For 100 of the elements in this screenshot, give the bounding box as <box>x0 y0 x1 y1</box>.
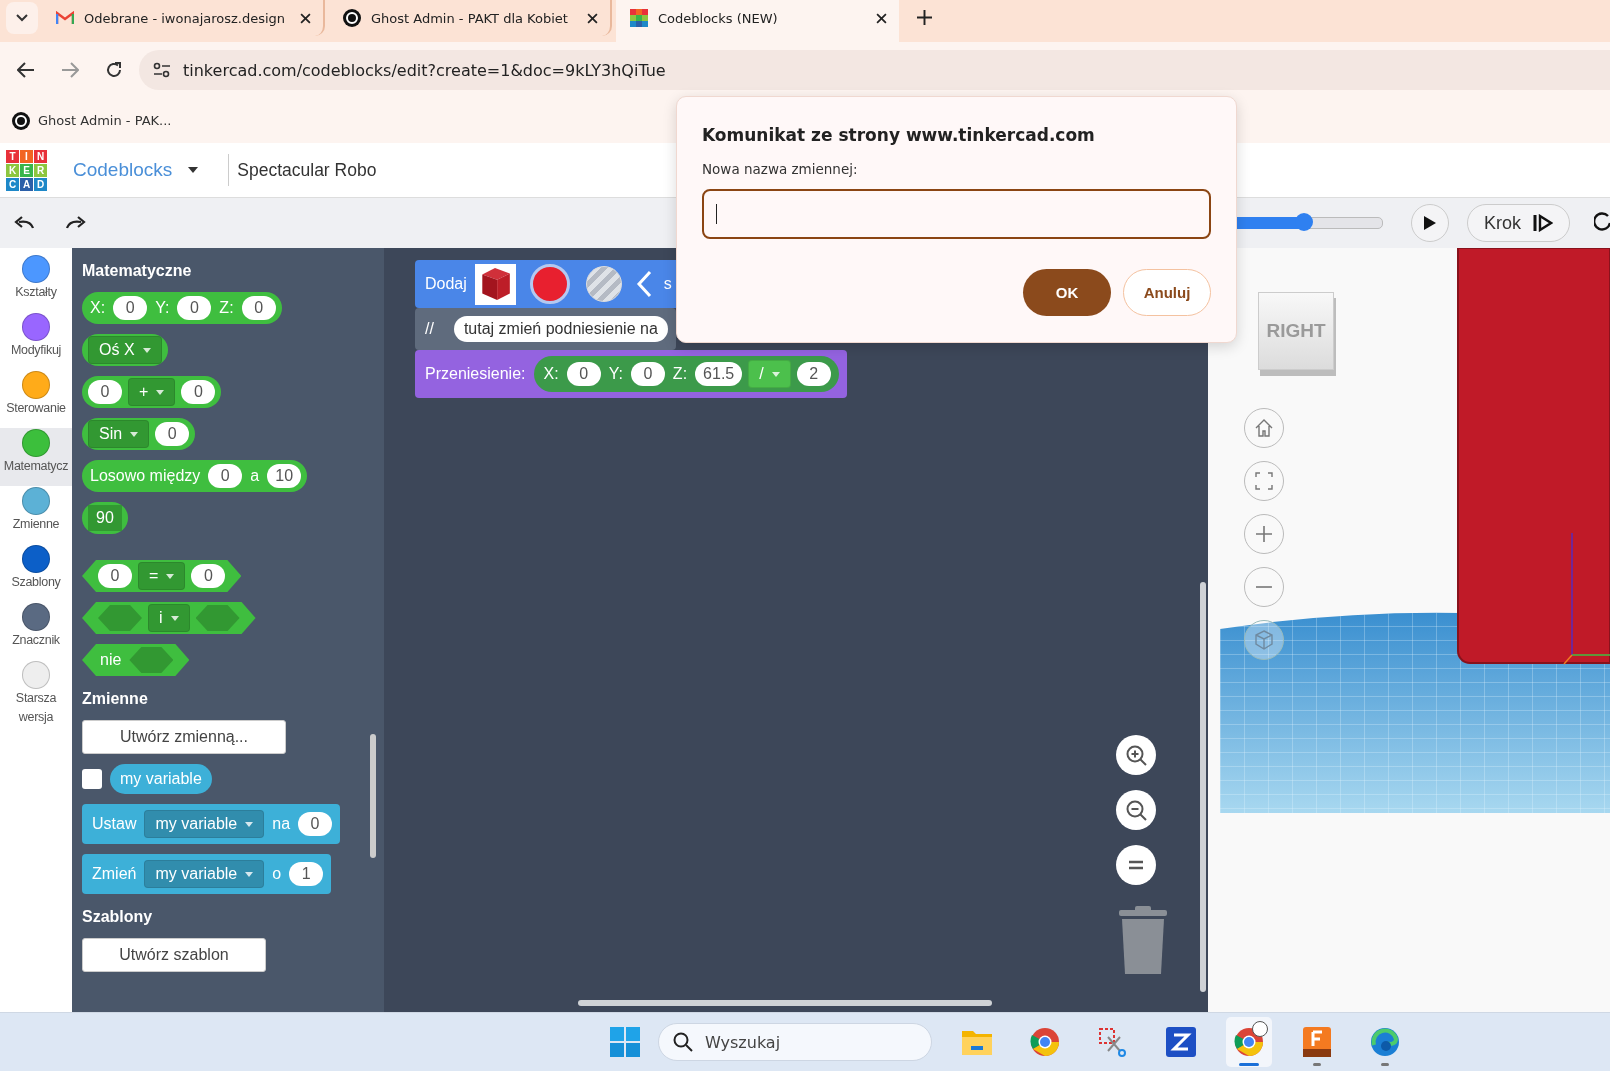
browser-tab[interactable]: Odebrane - iwonajarosz.design <box>42 0 325 36</box>
code-block[interactable]: 0 + 0 <box>82 376 222 408</box>
value-input[interactable]: 0 <box>88 380 122 404</box>
category-item[interactable]: Znacznik <box>0 602 72 660</box>
value-input[interactable]: 2 <box>796 362 831 386</box>
running-indicator <box>1313 1063 1321 1066</box>
category-item[interactable]: Sterowanie <box>0 370 72 428</box>
code-block[interactable]: Losowo między 0 a 10 <box>82 460 308 492</box>
step-button[interactable]: Krok <box>1467 204 1570 242</box>
browser-tab[interactable]: Codeblocks (NEW) <box>616 0 899 42</box>
bookmark[interactable]: Ghost Admin - PAK... <box>12 111 172 130</box>
design-name[interactable]: Spectacular Robo <box>228 154 377 186</box>
dropdown[interactable]: Oś X <box>88 336 162 364</box>
value-input[interactable]: 0 <box>177 296 212 320</box>
value-input[interactable]: 0 <box>566 362 601 386</box>
value-input[interactable]: 0 <box>298 812 333 836</box>
category-item[interactable]: Szablony <box>0 544 72 602</box>
perspective-button[interactable] <box>1244 620 1284 660</box>
input-field[interactable] <box>702 189 1211 239</box>
category-item[interactable]: Matematycz <box>0 428 72 486</box>
tab-list-button[interactable] <box>6 2 38 34</box>
code-block[interactable]: Oś X <box>82 334 168 366</box>
taskbar-search-field[interactable]: Wyszukaj <box>658 1023 932 1061</box>
zoom-out-button[interactable] <box>1116 790 1156 830</box>
play-button[interactable] <box>1411 204 1449 242</box>
category-item[interactable]: Zmienne <box>0 486 72 544</box>
value-input[interactable]: 0 <box>181 380 216 404</box>
value-input[interactable]: 61.5 <box>695 362 743 386</box>
code-block[interactable]: 90 <box>82 502 128 534</box>
forward-icon[interactable] <box>61 62 79 78</box>
value-input[interactable]: 0 <box>98 564 132 588</box>
back-icon[interactable] <box>17 62 35 78</box>
value-input[interactable]: 1 <box>289 862 324 886</box>
undo-icon[interactable] <box>14 216 34 230</box>
hole-swatch[interactable] <box>585 266 622 302</box>
code-block[interactable]: i <box>82 602 256 634</box>
close-icon[interactable] <box>587 12 598 24</box>
slider-thumb[interactable] <box>1294 213 1313 231</box>
value-input[interactable]: 0 <box>191 564 226 588</box>
scrollbar[interactable] <box>1200 582 1206 992</box>
code-block[interactable]: X: 0 Y: 0 Z: 61.5 / 2 <box>533 356 839 392</box>
browser-tab[interactable]: Ghost Admin - PAKT dla Kobiet <box>329 0 612 36</box>
dropdown[interactable]: my variable <box>144 860 265 888</box>
create-variable-button[interactable]: Utwórz zmienną... <box>82 720 286 754</box>
profile-badge-icon <box>1252 1021 1268 1037</box>
code-block[interactable]: Ustaw my variable na 0 <box>82 804 341 844</box>
value-input[interactable]: 0 <box>155 422 190 446</box>
reset-zoom-button[interactable] <box>1116 845 1156 885</box>
number-field[interactable]: 90 <box>88 505 122 531</box>
code-block[interactable]: Przeniesienie: X: 0 Y: 0 Z: 61.5 / 2 <box>415 350 847 398</box>
value-input[interactable]: 0 <box>208 464 243 488</box>
zoom-in-button[interactable] <box>1116 735 1156 775</box>
dropdown[interactable]: my variable <box>144 810 265 838</box>
dropdown[interactable]: + <box>128 378 176 406</box>
dropdown[interactable]: = <box>138 562 186 590</box>
chevron-left-icon[interactable] <box>635 270 652 298</box>
scissors-icon <box>1098 1027 1128 1057</box>
create-template-button[interactable]: Utwórz szablon <box>82 938 266 972</box>
block-label: X: <box>89 299 107 317</box>
chrome-icon <box>1030 1027 1060 1057</box>
dropdown[interactable]: i <box>148 604 190 632</box>
block-label: Przeniesienie: <box>424 365 527 383</box>
shape-thumbnail[interactable] <box>474 263 516 305</box>
reload-icon[interactable] <box>105 61 123 79</box>
cancel-button[interactable]: Anuluj <box>1123 269 1211 316</box>
category-item[interactable]: Modyfikuj <box>0 312 72 370</box>
close-icon[interactable] <box>300 12 311 24</box>
scrollbar[interactable] <box>578 1000 992 1006</box>
windows-start-icon[interactable] <box>610 1027 640 1057</box>
ok-button[interactable]: OK <box>1023 269 1111 316</box>
taskbar-app[interactable] <box>1226 1017 1272 1067</box>
redo-icon[interactable] <box>66 216 86 230</box>
address-bar[interactable]: tinkercad.com/codeblocks/edit?create=1&doc=9kLY3hQiTue <box>139 50 1610 90</box>
code-block[interactable]: Zmień my variable o 1 <box>82 854 332 894</box>
category-item[interactable]: Kształty <box>0 254 72 312</box>
new-tab-icon[interactable] <box>917 10 932 25</box>
close-icon[interactable] <box>876 12 887 24</box>
category-item[interactable]: Starsza wersja <box>0 660 72 731</box>
value-input[interactable]: 0 <box>113 296 148 320</box>
code-block[interactable]: Sin 0 <box>82 418 196 450</box>
scrollbar[interactable] <box>370 734 376 858</box>
caret-icon <box>245 821 254 827</box>
play-icon <box>1423 215 1437 231</box>
color-swatch[interactable] <box>529 264 570 304</box>
value-input[interactable]: 0 <box>241 296 276 320</box>
code-block[interactable]: // tutaj zmień podniesienie na <box>415 308 676 350</box>
zoom-out-icon <box>1125 799 1147 821</box>
value-input[interactable]: 10 <box>267 464 302 488</box>
reset-icon[interactable] <box>1594 212 1610 234</box>
dropdown[interactable]: Sin <box>88 420 150 448</box>
checkbox[interactable] <box>82 769 102 789</box>
trash-icon[interactable] <box>1119 906 1167 974</box>
comment-field[interactable]: tutaj zmień podniesienie na <box>453 316 668 342</box>
code-block[interactable]: X: 0 Y: 0 Z: 0 <box>82 292 282 324</box>
bookmark-title: Ghost Admin - PAK... <box>38 113 172 128</box>
code-block[interactable]: 0 = 0 <box>82 560 242 592</box>
value-input[interactable]: 0 <box>630 362 665 386</box>
z-app-icon <box>1166 1027 1196 1057</box>
tinkercad-logo[interactable]: T I N K E R C A D <box>6 149 47 191</box>
site-settings-icon[interactable] <box>153 62 171 78</box>
